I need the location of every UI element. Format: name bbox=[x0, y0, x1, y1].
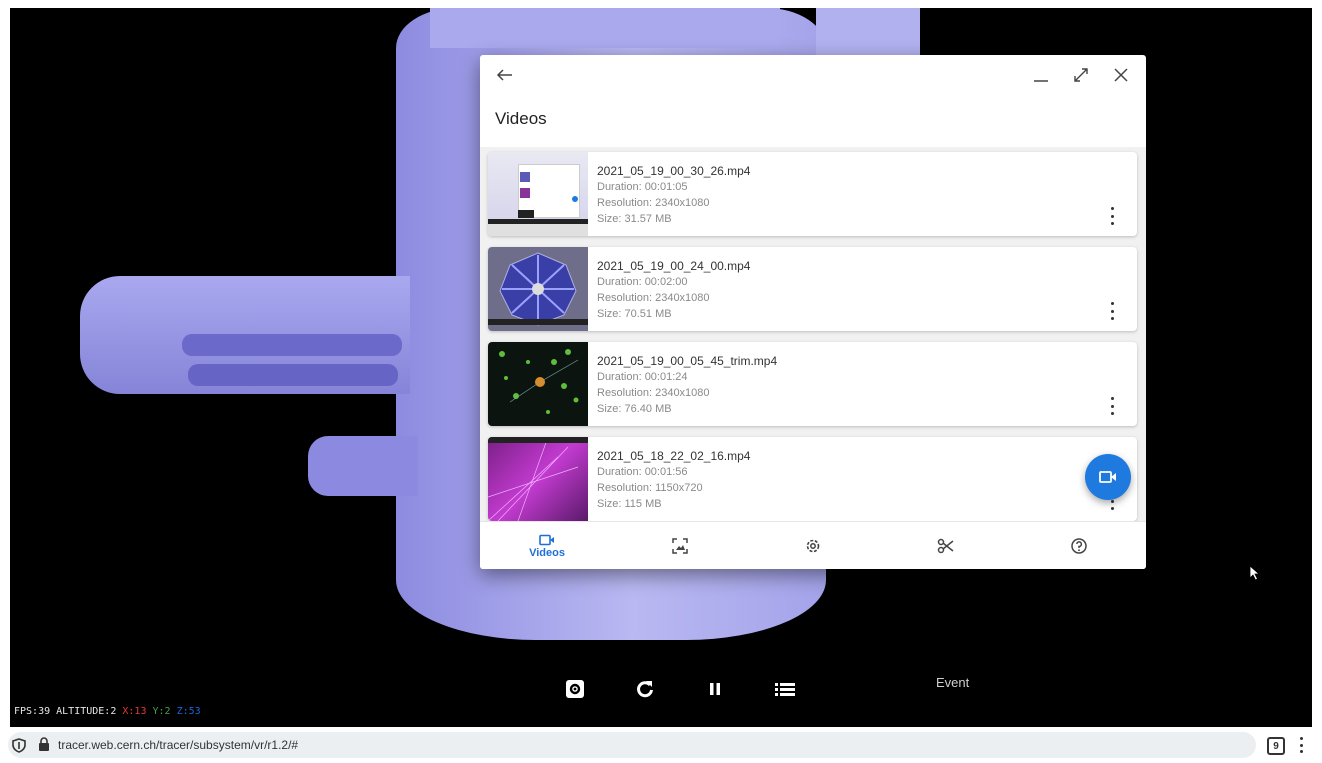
y-coordinate: Y:2 bbox=[152, 706, 171, 717]
url-text[interactable]: tracer.web.cern.ch/tracer/subsystem/vr/r… bbox=[58, 738, 298, 752]
more-options-icon[interactable] bbox=[1109, 302, 1115, 320]
nav-trim-tab[interactable] bbox=[896, 522, 996, 569]
scene-arm-bar-1 bbox=[182, 334, 402, 356]
bottom-navigation: Videos bbox=[480, 521, 1146, 569]
scene-pause-button[interactable] bbox=[698, 674, 732, 704]
left-margin bbox=[0, 0, 10, 727]
tracks-thumbnail-art bbox=[488, 437, 588, 521]
reload-icon bbox=[637, 681, 653, 698]
video-card[interactable]: 2021_05_19_00_30_26.mp4 Duration: 00:01:… bbox=[488, 152, 1137, 236]
particles-thumbnail-art bbox=[499, 349, 579, 414]
z-coordinate: Z:53 bbox=[176, 706, 201, 717]
scene-top-block bbox=[430, 8, 780, 48]
browser-bar: tracer.web.cern.ch/tracer/subsystem/vr/r… bbox=[0, 727, 1322, 763]
list-icon bbox=[775, 683, 795, 696]
close-button[interactable] bbox=[1108, 62, 1134, 88]
expand-icon bbox=[1074, 68, 1088, 82]
video-resolution: Resolution: 2340x1080 bbox=[597, 197, 710, 209]
video-duration: Duration: 00:01:56 bbox=[597, 466, 688, 478]
mouse-cursor-icon bbox=[1249, 565, 1261, 581]
back-button[interactable] bbox=[492, 62, 518, 88]
video-thumbnail bbox=[488, 437, 588, 521]
scene-right-post bbox=[816, 8, 920, 56]
dialog-title: Videos bbox=[495, 109, 547, 128]
x-coordinate: X:13 bbox=[122, 706, 147, 717]
shield-icon[interactable] bbox=[12, 738, 26, 753]
video-resolution: Resolution: 2340x1080 bbox=[597, 292, 710, 304]
pause-icon bbox=[710, 683, 720, 695]
more-options-icon[interactable] bbox=[1109, 207, 1115, 225]
screenshot-icon bbox=[672, 538, 688, 554]
nav-videos-tab[interactable]: Videos bbox=[497, 522, 597, 569]
right-margin bbox=[1312, 0, 1322, 727]
video-camera-icon bbox=[1099, 471, 1116, 483]
fps-altitude-text: FPS:39 ALTITUDE:2 bbox=[14, 706, 117, 717]
nav-settings-tab[interactable] bbox=[763, 522, 863, 569]
fps-readout: FPS:39 ALTITUDE:2 X:13 Y:2 Z:53 bbox=[14, 706, 201, 717]
video-thumbnail bbox=[488, 342, 588, 426]
scene-arm-bar-2 bbox=[188, 364, 398, 386]
video-filename: 2021_05_19_00_05_45_trim.mp4 bbox=[597, 354, 778, 368]
browser-menu-icon[interactable] bbox=[1300, 737, 1304, 753]
nav-help-tab[interactable] bbox=[1029, 522, 1129, 569]
video-meta: 2021_05_19_00_05_45_trim.mp4 Duration: 0… bbox=[597, 353, 777, 417]
scene-list-button[interactable] bbox=[768, 674, 802, 704]
more-options-icon[interactable] bbox=[1109, 397, 1115, 415]
video-size: Size: 31.57 MB bbox=[597, 213, 672, 225]
video-card[interactable]: 2021_05_19_00_24_00.mp4 Duration: 00:02:… bbox=[488, 247, 1137, 331]
scene-reload-button[interactable] bbox=[628, 674, 662, 704]
video-resolution: Resolution: 1150x720 bbox=[597, 482, 703, 494]
gear-box-icon bbox=[566, 680, 584, 698]
video-meta: 2021_05_19_00_24_00.mp4 Duration: 00:02:… bbox=[597, 258, 750, 322]
gear-icon bbox=[806, 539, 820, 553]
video-size: Size: 115 MB bbox=[597, 498, 662, 510]
video-duration: Duration: 00:01:05 bbox=[597, 181, 688, 193]
video-meta: 2021_05_19_00_30_26.mp4 Duration: 00:01:… bbox=[597, 163, 750, 227]
event-label[interactable]: Event bbox=[936, 675, 969, 690]
video-thumbnail bbox=[488, 247, 588, 331]
help-icon bbox=[1071, 538, 1087, 554]
dialog-titlebar bbox=[480, 55, 1146, 95]
nav-videos-label: Videos bbox=[529, 546, 565, 559]
video-duration: Duration: 00:01:24 bbox=[597, 371, 688, 383]
detector-thumbnail-art bbox=[488, 252, 588, 326]
video-duration: Duration: 00:02:00 bbox=[597, 276, 688, 288]
arrow-left-icon bbox=[496, 69, 512, 81]
minimize-button[interactable] bbox=[1028, 62, 1054, 88]
video-thumbnail bbox=[488, 152, 588, 236]
close-icon bbox=[1114, 68, 1128, 82]
scene-controls bbox=[558, 674, 838, 704]
scissors-icon bbox=[937, 538, 954, 554]
top-margin bbox=[0, 0, 1322, 8]
video-filename: 2021_05_19_00_30_26.mp4 bbox=[597, 164, 751, 178]
video-size: Size: 70.51 MB bbox=[597, 308, 672, 320]
maximize-button[interactable] bbox=[1068, 62, 1094, 88]
video-filename: 2021_05_18_22_02_16.mp4 bbox=[597, 449, 751, 463]
lock-icon bbox=[39, 737, 49, 751]
video-meta: 2021_05_18_22_02_16.mp4 Duration: 00:01:… bbox=[597, 448, 750, 512]
video-list[interactable]: 2021_05_19_00_30_26.mp4 Duration: 00:01:… bbox=[480, 147, 1146, 521]
minimize-icon bbox=[1034, 80, 1048, 82]
video-camera-icon bbox=[539, 534, 554, 545]
record-video-button[interactable] bbox=[1085, 454, 1131, 500]
video-filename: 2021_05_19_00_24_00.mp4 bbox=[597, 259, 751, 273]
video-size: Size: 76.40 MB bbox=[597, 403, 672, 415]
scene-settings-button[interactable] bbox=[558, 674, 592, 704]
nav-screenshots-tab[interactable] bbox=[630, 522, 730, 569]
video-card[interactable]: 2021_05_18_22_02_16.mp4 Duration: 00:01:… bbox=[488, 437, 1137, 521]
video-card[interactable]: 2021_05_19_00_05_45_trim.mp4 Duration: 0… bbox=[488, 342, 1137, 426]
scene-arm-lower bbox=[308, 436, 418, 496]
videos-dialog: Videos 2021_05_19_00_30_26.mp4 Duration:… bbox=[480, 55, 1146, 569]
video-resolution: Resolution: 2340x1080 bbox=[597, 387, 710, 399]
tab-count-button[interactable]: 9 bbox=[1267, 737, 1285, 755]
